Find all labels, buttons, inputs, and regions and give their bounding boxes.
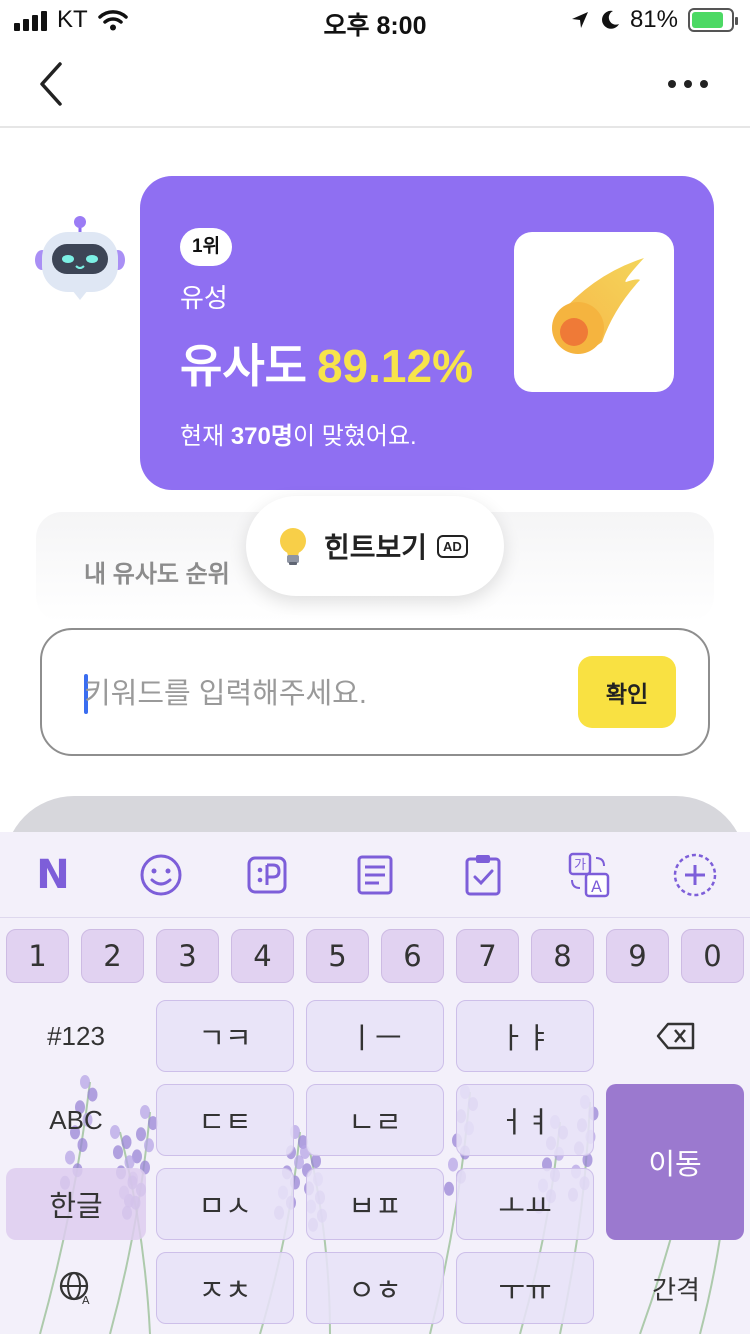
add-icon[interactable] [670,850,720,900]
key-mieum[interactable]: ㅁㅅ [156,1168,294,1240]
key-o-yo[interactable]: ㅗㅛ [456,1168,594,1240]
key-8[interactable]: 8 [531,929,594,983]
solver-count-text: 현재 370명이 맞혔어요. [180,416,417,451]
key-4[interactable]: 4 [231,929,294,983]
similarity-row: 유사도 89.12% [180,330,473,396]
emoticon-icon[interactable] [242,850,292,900]
rank-panel-title: 내 유사도 순위 [84,561,230,588]
similarity-value: 89.12% [316,340,473,392]
rank-badge: 1위 [180,228,233,266]
memo-icon[interactable] [350,850,400,900]
clipboard-icon[interactable] [458,850,508,900]
svg-text:가: 가 [574,858,586,873]
moon-icon [602,10,619,29]
count-prefix: 현재 [180,423,231,450]
backspace-key[interactable] [606,1000,746,1072]
more-icon[interactable] [668,72,718,96]
symbol-key[interactable]: #123 [6,1000,146,1072]
backspace-icon [656,1022,695,1050]
key-nieun[interactable]: ㄴㄹ [306,1084,444,1156]
keyboard-toolbar: N 가A [0,832,750,918]
emoji-icon[interactable] [136,850,186,900]
key-2[interactable]: 2 [81,929,144,983]
hint-label: 힌트보기 [324,532,428,563]
key-i-eu[interactable]: ㅣㅡ [306,1000,444,1072]
result-card: 1위 유성 유사도 89.12% 현재 370명이 맞혔어요. [140,176,714,490]
key-3[interactable]: 3 [156,929,219,983]
keyword-input-box: 확인 [40,628,710,756]
abc-key[interactable]: ABC [6,1084,146,1156]
status-right: 81% [570,6,738,34]
globe-icon: A [59,1271,90,1306]
translate-icon[interactable]: 가A [564,850,614,900]
hint-button[interactable]: 힌트보기 AD [246,496,504,596]
key-1[interactable]: 1 [6,929,69,983]
lightbulb-icon [280,528,306,565]
status-bar: KT 오후 8:00 81% [0,0,750,40]
count-value: 370명 [230,423,293,450]
ad-badge: AD [437,534,468,558]
key-0[interactable]: 0 [681,929,744,983]
answer-word: 유성 [180,283,228,313]
nav-bar [0,40,750,128]
keyboard: N 가A 1 2 3 4 5 6 7 8 9 0 #123 ㄱㅋ ㅣㅡ ㅏㅑ A… [0,832,750,1334]
key-ieung[interactable]: ㅇㅎ [306,1252,444,1324]
word-icon-tile [514,232,674,392]
key-u-yu[interactable]: ㅜㅠ [456,1252,594,1324]
count-suffix: 이 맞혔어요. [292,423,417,450]
key-jieut[interactable]: ㅈㅊ [156,1252,294,1324]
svg-text:A: A [82,1294,90,1306]
key-eo-yeo[interactable]: ㅓㅕ [456,1084,594,1156]
key-a-ya[interactable]: ㅏㅑ [456,1000,594,1072]
battery-icon [688,8,738,32]
key-6[interactable]: 6 [381,929,444,983]
confirm-button[interactable]: 확인 [578,656,676,728]
move-key[interactable]: 이동 [606,1084,744,1240]
similarity-label: 유사도 [180,340,307,392]
key-giyeok[interactable]: ㄱㅋ [156,1000,294,1072]
battery-percent: 81% [629,6,678,33]
robot-avatar-icon [35,216,125,300]
naver-n-icon[interactable]: N [28,850,78,900]
keyword-input[interactable] [84,668,554,720]
meteor-icon [552,258,644,354]
svg-text:A: A [591,877,602,896]
key-7[interactable]: 7 [456,929,519,983]
space-key[interactable]: 간격 [606,1252,746,1324]
location-arrow-icon [571,12,588,28]
key-digeut[interactable]: ㄷㅌ [156,1084,294,1156]
key-9[interactable]: 9 [606,929,669,983]
hangul-key[interactable]: 한글 [6,1168,146,1240]
key-5[interactable]: 5 [306,929,369,983]
back-icon[interactable] [30,60,74,108]
key-bieup[interactable]: ㅂㅍ [306,1168,444,1240]
globe-key[interactable]: A [6,1252,146,1324]
